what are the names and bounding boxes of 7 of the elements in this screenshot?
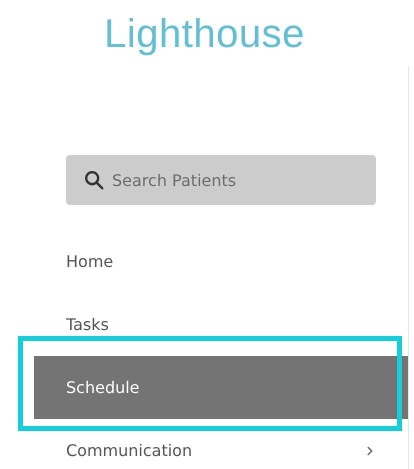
nav-item[interactable]: Communication [0, 419, 409, 469]
logo: Lighthouse [104, 11, 305, 58]
nav-item[interactable]: Tasks [0, 293, 409, 356]
search-field[interactable]: Search Patients [66, 155, 376, 205]
nav-item[interactable]: Home [0, 230, 409, 293]
nav-item[interactable]: Schedule [34, 356, 409, 419]
search-icon [83, 169, 105, 191]
